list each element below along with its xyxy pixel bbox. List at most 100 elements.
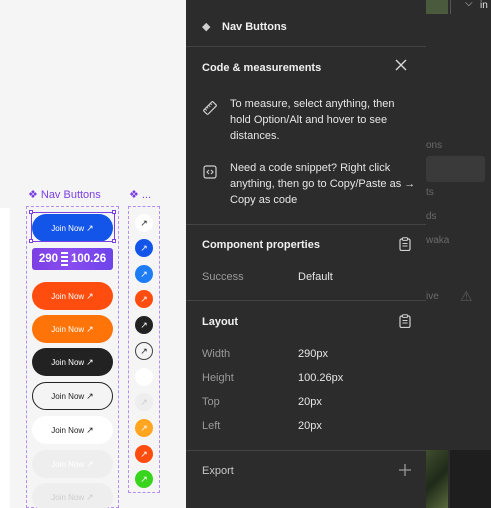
join-now-button[interactable]: Join Now ↗ bbox=[32, 382, 113, 410]
arrow-up-right-icon: ↗ bbox=[140, 473, 148, 484]
icon-arrow-button[interactable]: ↗ bbox=[135, 445, 153, 463]
component-name: Nav Buttons bbox=[222, 21, 287, 33]
divider bbox=[186, 46, 426, 47]
code-snippet-icon bbox=[202, 164, 218, 183]
layout-left-value: 20px bbox=[298, 420, 322, 432]
join-now-button[interactable]: Join Now ↗ bbox=[32, 483, 113, 508]
join-now-button[interactable]: Join Now ↗ bbox=[32, 348, 113, 376]
arrow-up-right-icon: ↗ bbox=[86, 390, 94, 401]
icon-arrow-button[interactable]: ↗ bbox=[135, 214, 153, 232]
layout-height-label: Height bbox=[202, 372, 234, 384]
layer-item[interactable]: ive bbox=[426, 291, 439, 302]
property-label: Success bbox=[202, 271, 244, 283]
warning-icon: ⚠ bbox=[460, 288, 473, 304]
frame-label-text: Nav Buttons bbox=[40, 189, 101, 201]
layer-item[interactable]: ons bbox=[426, 140, 442, 151]
layout-title: Layout bbox=[202, 316, 239, 328]
layout-height-value: 100.26px bbox=[298, 372, 344, 384]
design-canvas[interactable]: ❖ Nav Buttons ❖... Join Now ↗ Join Now ↗ Join… bbox=[0, 0, 186, 508]
inspector-panel: ◆ Nav Buttons Code & measurements To mea… bbox=[186, 0, 426, 508]
thumbnail-image bbox=[426, 450, 448, 508]
layout-top-value: 20px bbox=[298, 396, 322, 408]
arrow-up-right-icon: ↗ bbox=[86, 424, 94, 435]
selection-outline bbox=[31, 212, 115, 242]
code-section-title: Code & measurements bbox=[202, 62, 322, 74]
arrow-up-right-icon: ↗ bbox=[140, 448, 148, 459]
thumbnail-image bbox=[450, 450, 491, 508]
layer-item[interactable]: ds bbox=[426, 211, 437, 222]
chevron-down-icon: ⌵ bbox=[465, 0, 473, 9]
resize-handle[interactable] bbox=[112, 239, 116, 243]
resize-handle[interactable] bbox=[112, 210, 116, 214]
icon-arrow-button[interactable]: ↗ bbox=[135, 239, 153, 257]
join-now-button[interactable]: Join Now ↗ bbox=[32, 416, 113, 444]
component-properties-title: Component properties bbox=[202, 239, 320, 251]
divider bbox=[186, 450, 426, 451]
frame-label-icons[interactable]: ❖... bbox=[129, 188, 151, 201]
tab-label: in bbox=[480, 0, 488, 11]
icon-arrow-button[interactable]: ↗ bbox=[135, 393, 153, 411]
divider bbox=[186, 224, 426, 225]
plus-icon[interactable] bbox=[398, 463, 412, 480]
button-label: Join Now bbox=[51, 324, 85, 334]
selected-layer-row[interactable] bbox=[426, 156, 485, 182]
measure-help-text: To measure, select anything, then hold O… bbox=[230, 98, 395, 142]
join-now-button[interactable]: Join Now ↗ bbox=[32, 282, 113, 310]
arrow-up-right-icon: ↗ bbox=[140, 396, 148, 407]
arrow-up-right-icon: ↗ bbox=[140, 242, 148, 253]
arrow-up-right-icon: ↗ bbox=[86, 290, 94, 301]
button-label: Join Now bbox=[51, 357, 85, 367]
icon-arrow-button[interactable]: ↗ bbox=[135, 290, 153, 308]
arrow-up-right-icon: ↗ bbox=[140, 422, 148, 433]
property-value: Default bbox=[298, 271, 333, 283]
tab-dropdown[interactable]: ⌵ in bbox=[450, 0, 491, 14]
button-label: Join Now bbox=[51, 492, 85, 502]
frame-label-nav-buttons[interactable]: ❖ Nav Buttons bbox=[28, 188, 101, 201]
layout-width-value: 290px bbox=[298, 348, 328, 360]
join-now-button[interactable]: Join Now ↗ bbox=[32, 450, 113, 478]
button-label: Join Now bbox=[51, 291, 85, 301]
arrow-up-right-icon: ↗ bbox=[140, 293, 148, 304]
ruler-icon bbox=[202, 100, 218, 119]
arrow-up-right-icon: ↗ bbox=[140, 345, 148, 356]
arrow-up-right-icon: ↗ bbox=[140, 217, 148, 228]
layout-left-label: Left bbox=[202, 420, 221, 432]
icon-arrow-button[interactable]: ↗ bbox=[135, 470, 153, 488]
layer-item[interactable]: waka bbox=[426, 235, 449, 246]
resize-handle[interactable] bbox=[29, 210, 33, 214]
arrow-up-right-icon: ↗ bbox=[86, 356, 94, 367]
arrow-up-right-icon: ↗ bbox=[86, 491, 94, 502]
component-diamond-icon: ❖ bbox=[28, 189, 38, 201]
icon-arrow-button[interactable]: ↗ bbox=[135, 368, 153, 386]
resize-handle[interactable] bbox=[29, 239, 33, 243]
button-label: Join Now bbox=[51, 459, 85, 469]
icon-arrow-button[interactable]: ↗ bbox=[135, 419, 153, 437]
join-now-button[interactable]: Join Now ↗ bbox=[32, 315, 113, 343]
thumbnail-image bbox=[426, 0, 448, 14]
canvas-frame-edge bbox=[0, 208, 10, 508]
button-label: Join Now bbox=[51, 391, 85, 401]
layout-width-label: Width bbox=[202, 348, 231, 360]
icon-arrow-button[interactable]: ↗ bbox=[135, 265, 153, 283]
arrow-up-right-icon: ↗ bbox=[140, 319, 148, 330]
size-height: 100.26 bbox=[71, 253, 107, 265]
clipboard-icon[interactable] bbox=[399, 237, 411, 254]
arrow-up-right-icon: ↗ bbox=[86, 323, 94, 334]
arrow-up-right-icon: ↗ bbox=[140, 268, 148, 279]
layer-item[interactable]: ts bbox=[426, 187, 434, 198]
icon-arrow-button[interactable]: ↗ bbox=[135, 342, 153, 360]
dimension-separator-icon bbox=[61, 252, 68, 266]
frame-label-text: ... bbox=[141, 189, 152, 201]
layout-top-label: Top bbox=[202, 396, 220, 408]
size-badge: 290 100.26 bbox=[32, 248, 113, 270]
clipboard-icon[interactable] bbox=[399, 314, 411, 331]
icon-arrow-button[interactable]: ↗ bbox=[135, 316, 153, 334]
component-diamond-icon: ◆ bbox=[202, 21, 211, 33]
component-diamond-icon: ❖ bbox=[129, 189, 139, 201]
background-panel: ⌵ in ons ts ds waka ive ⚠ bbox=[426, 0, 491, 508]
size-width: 290 bbox=[38, 253, 58, 265]
close-icon[interactable] bbox=[394, 58, 408, 75]
button-label: Join Now bbox=[51, 425, 85, 435]
code-snippet-help-text: Need a code snippet? Right click anythin… bbox=[230, 162, 416, 206]
divider bbox=[186, 300, 426, 301]
